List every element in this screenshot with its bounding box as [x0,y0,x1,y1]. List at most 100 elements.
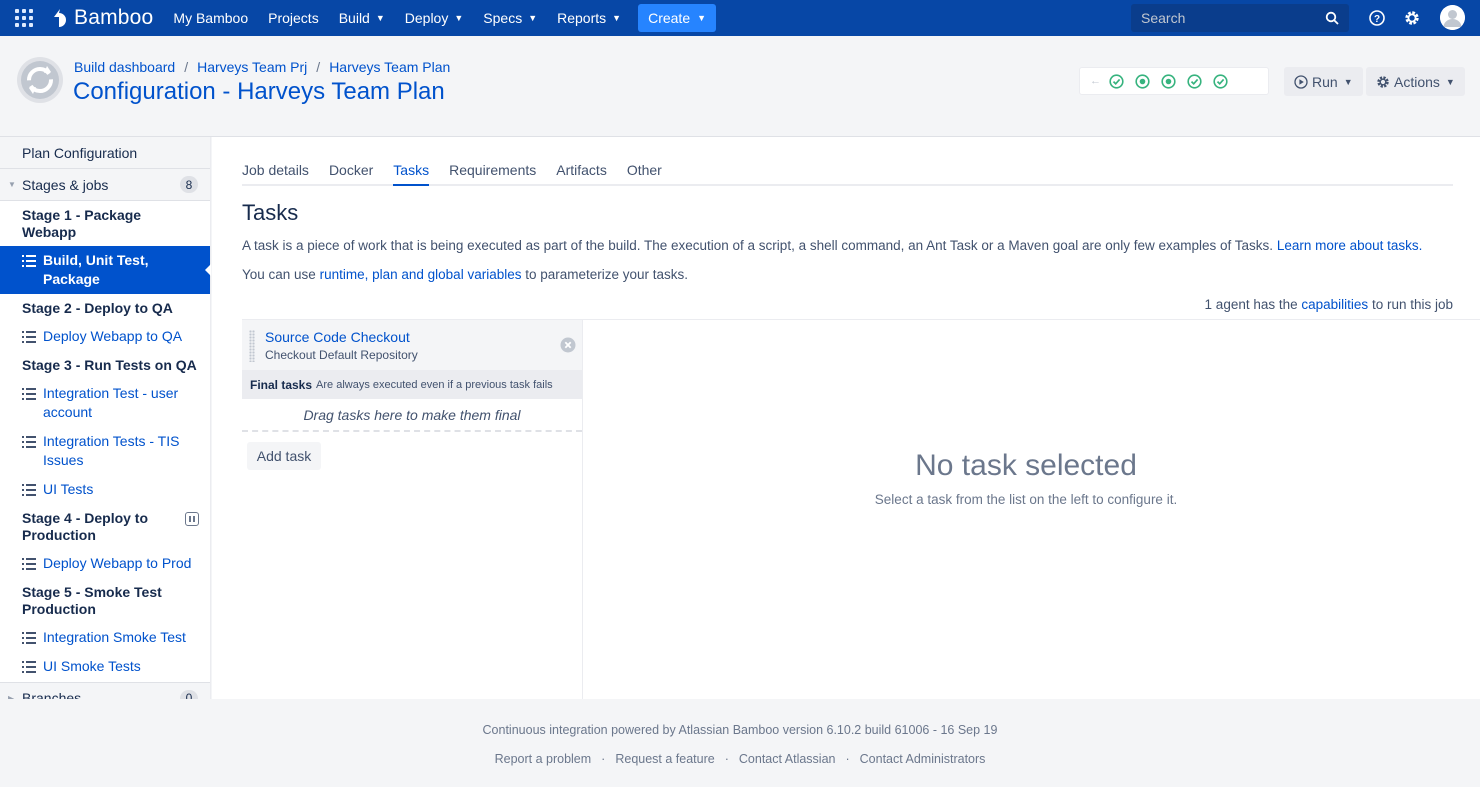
top-nav: Bamboo My Bamboo Projects Build ▼ Deploy ▼… [0,0,1480,36]
contact-administrators-link[interactable]: Contact Administrators [860,752,986,766]
nav-reports[interactable]: Reports ▼ [557,10,621,26]
job-item[interactable]: Integration Smoke Test [0,623,210,652]
help-icon[interactable]: ? [1368,9,1386,27]
sidebar: Plan Configuration ▼ Stages & jobs 8 Sta… [0,137,211,714]
job-list-icon [22,388,36,400]
gear-icon[interactable] [1403,9,1421,27]
capabilities-line: 1 agent has the capabilities to run this… [1205,297,1453,312]
breadcrumb-plan[interactable]: Harveys Team Plan [329,59,450,75]
variables-text-post: to parameterize your tasks. [525,267,689,282]
job-label: UI Tests [43,481,94,497]
learn-more-link[interactable]: Learn more about tasks. [1277,238,1423,253]
job-label: Integration Smoke Test [43,629,186,645]
job-item[interactable]: Deploy Webapp to QA [0,322,210,351]
job-list-icon [22,484,36,496]
job-item[interactable]: UI Smoke Tests [0,652,210,682]
task-item[interactable]: Source Code Checkout Checkout Default Re… [242,320,582,371]
task-name[interactable]: Source Code Checkout [265,329,410,345]
recent-builds-strip: ← [1079,67,1269,95]
chevron-down-icon: ▼ [454,13,464,23]
nav-projects[interactable]: Projects [268,10,319,26]
job-label: Integration Tests - TIS Issues [43,433,180,468]
capabilities-link[interactable]: capabilities [1301,297,1368,312]
chevron-down-icon: ▼ [612,13,622,23]
search-input[interactable] [1141,10,1325,26]
request-feature-link[interactable]: Request a feature [615,752,714,766]
build-success-icon[interactable] [1109,73,1124,89]
job-label: UI Smoke Tests [43,658,141,674]
job-item[interactable]: UI Tests [0,475,210,504]
nav-my-bamboo[interactable]: My Bamboo [173,10,248,26]
contact-atlassian-link[interactable]: Contact Atlassian [739,752,836,766]
create-label: Create [648,10,691,26]
nav-build[interactable]: Build ▼ [339,10,385,26]
logo-text: Bamboo [74,6,154,29]
search-icon[interactable] [1325,11,1339,25]
final-tasks-description: Are always executed even if a previous t… [316,379,553,391]
sidebar-stages-jobs[interactable]: ▼ Stages & jobs 8 [0,169,210,201]
tab-job-details[interactable]: Job details [242,162,309,186]
breadcrumb-build-dashboard[interactable]: Build dashboard [74,59,175,75]
tasks-description: A task is a piece of work that is being … [242,238,1422,253]
tab-requirements[interactable]: Requirements [449,162,536,186]
tab-docker[interactable]: Docker [329,162,373,186]
tab-artifacts[interactable]: Artifacts [556,162,607,186]
build-in-progress-icon[interactable] [1135,73,1150,89]
job-item[interactable]: Integration Tests - TIS Issues [0,427,210,475]
stage-header[interactable]: Stage 4 - Deploy to Production [0,504,210,549]
capabilities-text-post: to run this job [1371,297,1453,312]
stage-header[interactable]: Stage 1 - Package Webapp [0,201,210,246]
sidebar-stages-jobs-label: Stages & jobs [22,176,109,193]
job-list-icon [22,661,36,673]
tab-other[interactable]: Other [627,162,662,186]
stages-count-badge: 8 [180,176,198,193]
search-box [1131,4,1349,32]
plan-avatar-icon [17,57,63,103]
report-problem-link[interactable]: Report a problem [495,752,592,766]
job-list-icon [22,331,36,343]
chevron-down-icon: ▼ [375,13,385,23]
play-icon [1294,74,1308,89]
main-content: Job details Docker Tasks Requirements Ar… [212,137,1480,699]
actions-button[interactable]: Actions ▼ [1366,67,1465,96]
stage-header[interactable]: Stage 3 - Run Tests on QA [0,351,210,379]
sidebar-plan-configuration[interactable]: Plan Configuration [0,137,210,169]
create-button[interactable]: Create ▼ [638,4,717,32]
bamboo-logo[interactable]: Bamboo [51,6,153,30]
breadcrumb: Build dashboard / Harveys Team Prj / Har… [74,59,450,75]
job-label: Integration Test - user account [43,385,179,420]
job-item[interactable]: Build, Unit Test, Package [0,246,211,294]
run-button[interactable]: Run ▼ [1284,67,1363,96]
build-in-progress-icon[interactable] [1161,73,1176,89]
final-tasks-dropzone[interactable]: Drag tasks here to make them final [242,399,582,432]
breadcrumb-separator: / [184,59,189,75]
variables-link[interactable]: runtime, plan and global variables [320,267,522,282]
add-task-button[interactable]: Add task [247,442,321,470]
job-item[interactable]: Integration Test - user account [0,379,210,427]
final-tasks-header: Final tasks Are always executed even if … [242,371,582,399]
chevron-down-icon: ▼ [528,13,538,23]
apps-icon[interactable] [15,9,33,27]
avatar[interactable] [1440,5,1465,30]
stage-header[interactable]: Stage 2 - Deploy to QA [0,294,210,322]
task-description: Checkout Default Repository [265,348,418,362]
job-item[interactable]: Deploy Webapp to Prod [0,549,210,578]
manual-stage-pause-icon [185,512,199,526]
job-label: Deploy Webapp to QA [43,328,183,344]
stage-header[interactable]: Stage 5 - Smoke Test Production [0,578,210,623]
job-list-icon [22,436,36,448]
nav-reports-label: Reports [557,10,607,26]
footer: Continuous integration powered by Atlass… [0,699,1480,787]
tasks-heading: Tasks [242,200,299,225]
breadcrumb-project[interactable]: Harveys Team Prj [197,59,307,75]
nav-specs[interactable]: Specs ▼ [483,10,537,26]
drag-handle[interactable] [249,330,255,362]
nav-deploy[interactable]: Deploy ▼ [405,10,464,26]
no-task-title: No task selected [915,449,1137,482]
build-success-icon[interactable] [1187,73,1202,89]
build-success-icon[interactable] [1213,73,1228,89]
delete-task-icon[interactable] [560,337,576,353]
tab-tasks[interactable]: Tasks [393,162,430,186]
bamboo-logo-icon [54,9,66,27]
collapse-triangle-icon: ▼ [8,180,16,189]
